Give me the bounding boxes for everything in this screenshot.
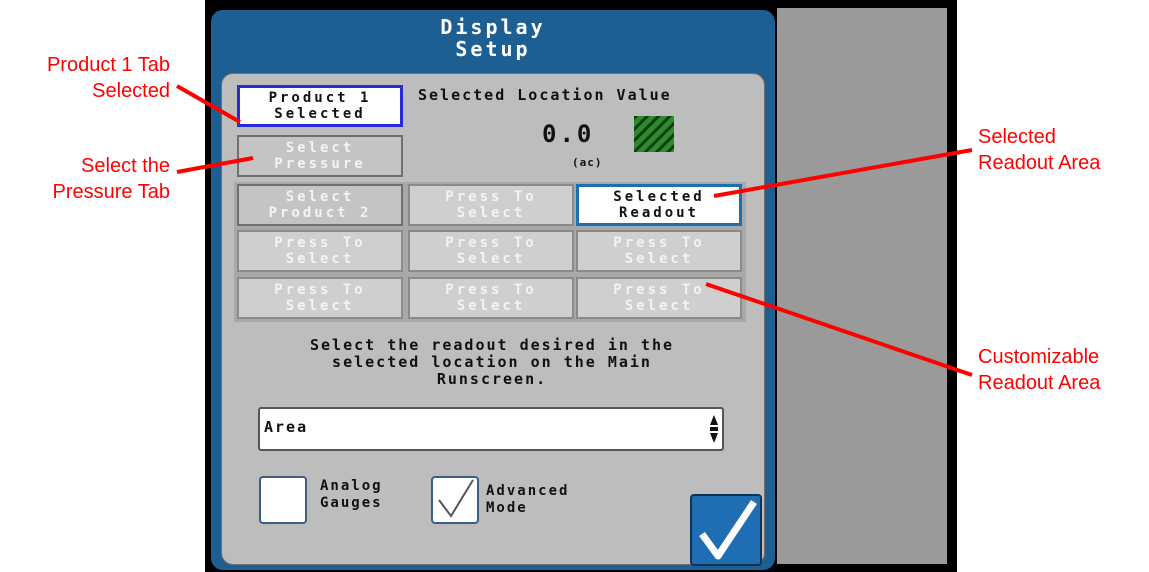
callout-line-customizable-readout (705, 282, 973, 377)
callout-line-selected-readout (713, 148, 973, 198)
callout-line-pressure (176, 156, 254, 174)
callout-line-product1 (176, 84, 241, 124)
callout-lines (176, 84, 973, 377)
